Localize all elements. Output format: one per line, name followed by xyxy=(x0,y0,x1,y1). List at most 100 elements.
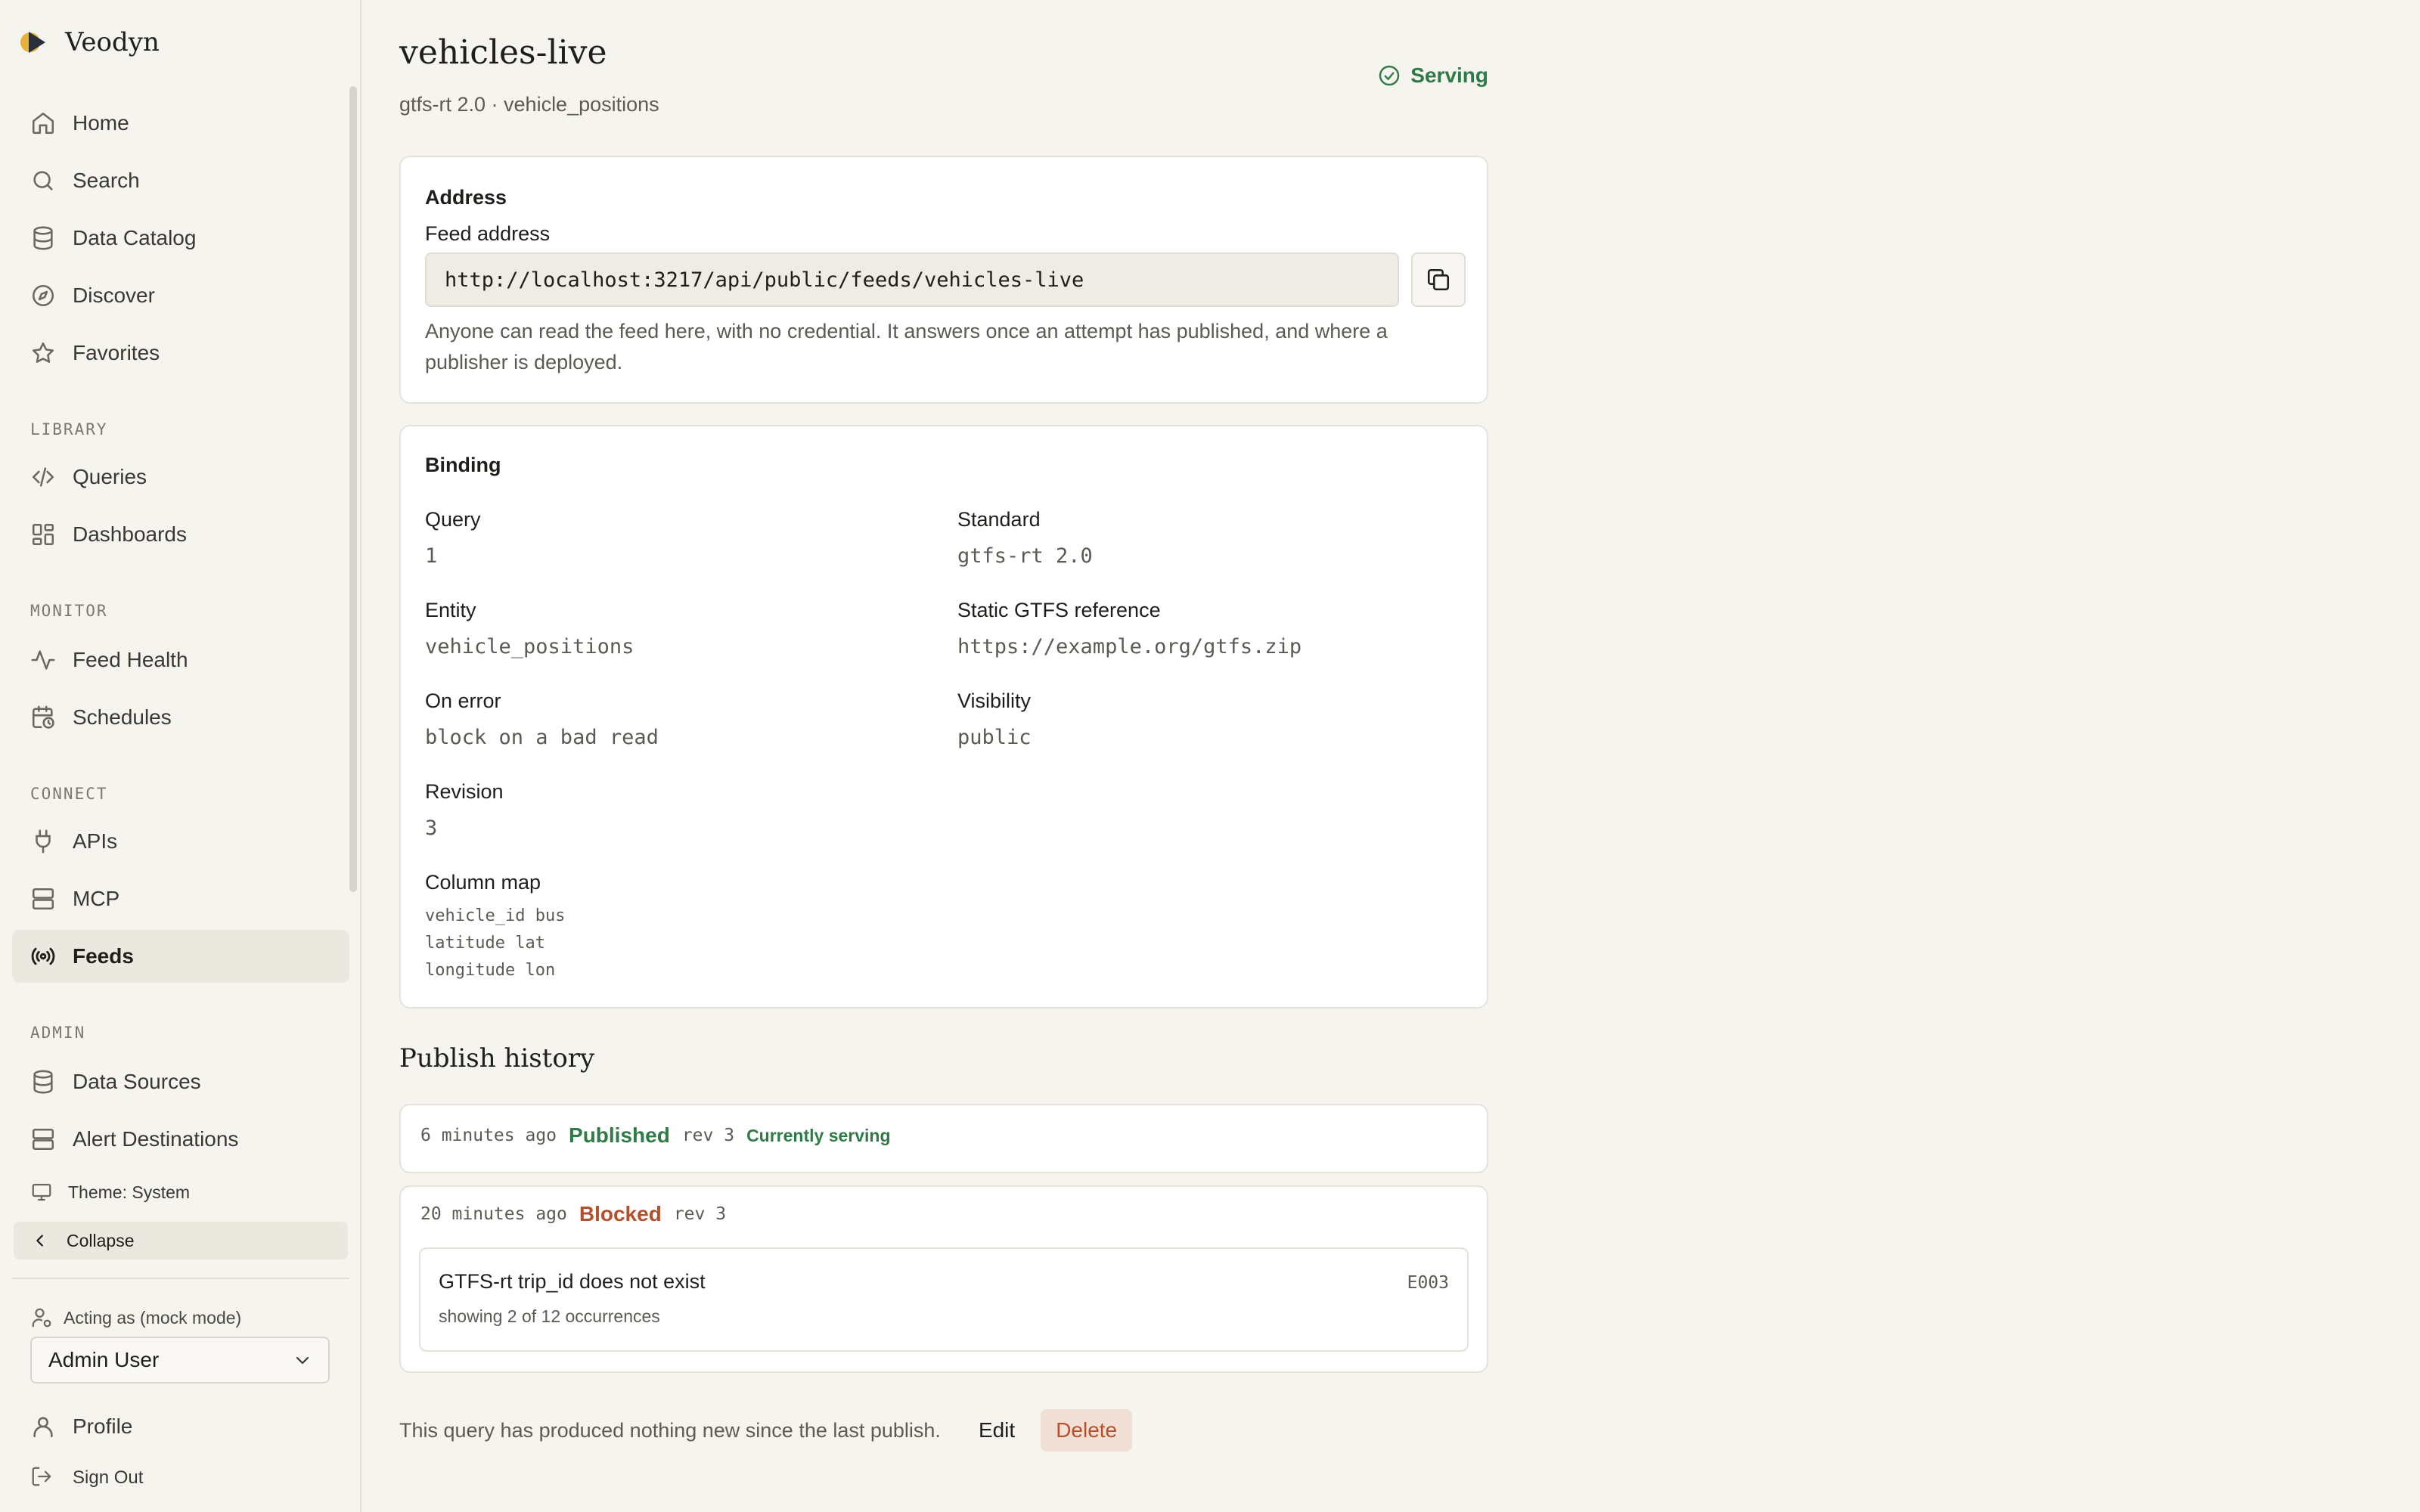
collapse-label: Collapse xyxy=(67,1230,135,1250)
feed-address-value: http://localhost:3217/api/public/feeds/v… xyxy=(445,268,1084,292)
entity-value: vehicle_positions xyxy=(425,635,634,658)
nav-item-home[interactable]: Home xyxy=(12,97,349,150)
nav-item-label: Search xyxy=(73,169,140,192)
history-entry: 20 minutes ago Blocked rev 3 GTFS-rt tri… xyxy=(399,1185,1488,1373)
history-status: Published xyxy=(569,1123,670,1147)
nav-item-label: Sign Out xyxy=(73,1467,144,1488)
nav-item-label: Profile xyxy=(73,1414,133,1438)
footer-actions: This query has produced nothing new sinc… xyxy=(399,1409,1133,1452)
user-select-value: Admin User xyxy=(48,1348,160,1371)
log-out-icon xyxy=(30,1465,56,1491)
status-text: Serving xyxy=(1410,64,1488,87)
status-badge: Serving xyxy=(1377,64,1488,88)
nav-item-schedules[interactable]: Schedules xyxy=(12,691,349,744)
help-line: Anyone can read the feed here, with no c… xyxy=(425,320,1388,342)
page-subtitle: gtfs-rt 2.0 · vehicle_positions xyxy=(399,93,659,116)
query-value: 1 xyxy=(425,544,438,568)
address-card: Address Feed address http://localhost:32… xyxy=(399,156,1488,404)
address-heading: Address xyxy=(425,186,507,209)
footer-note: This query has produced nothing new sinc… xyxy=(399,1418,941,1442)
nav-item-label: Queries xyxy=(73,465,147,488)
currently-serving-badge: Currently serving xyxy=(746,1125,891,1145)
nav-item-search[interactable]: Search xyxy=(12,154,349,207)
theme-toggle[interactable]: Theme: System xyxy=(30,1181,190,1204)
delete-button[interactable]: Delete xyxy=(1041,1409,1133,1452)
nav-item-label: Data Sources xyxy=(73,1070,201,1093)
help-line: publisher is deployed. xyxy=(425,351,623,373)
issue-detail: showing 2 of 12 occurrences xyxy=(439,1306,660,1326)
nav-item-feeds[interactable]: Feeds xyxy=(12,930,349,983)
publish-history-heading: Publish history xyxy=(399,1043,595,1074)
nav-item-favorites[interactable]: Favorites xyxy=(12,327,349,380)
section-label-admin: ADMIN xyxy=(30,1024,86,1042)
edit-button[interactable]: Edit xyxy=(968,1411,1025,1450)
chevron-left-icon xyxy=(32,1232,48,1249)
database-icon xyxy=(30,1069,56,1095)
nav-item-apis[interactable]: APIs xyxy=(12,815,349,868)
server-icon xyxy=(30,886,56,912)
visibility-value: public xyxy=(957,726,1032,749)
sidebar-scrollbar[interactable] xyxy=(349,86,357,892)
copy-address-button[interactable] xyxy=(1411,253,1466,307)
app-name: Veodyn xyxy=(65,27,160,57)
nav-item-dashboards[interactable]: Dashboards xyxy=(12,508,349,561)
standard-label: Standard xyxy=(957,508,1041,531)
brand[interactable]: Veodyn xyxy=(20,23,160,62)
nav-item-discover[interactable]: Discover xyxy=(12,269,349,322)
revision-value: 3 xyxy=(425,816,438,840)
query-label: Query xyxy=(425,508,481,531)
column-map: vehicle_id bus latitude lat longitude lo… xyxy=(425,903,565,984)
nav-item-data-sources[interactable]: Data Sources xyxy=(12,1055,349,1108)
history-rev: rev 3 xyxy=(681,1126,735,1145)
nav-item-label: MCP xyxy=(73,887,120,910)
nav-item-label: Data Catalog xyxy=(73,226,197,249)
entity-label: Entity xyxy=(425,599,476,621)
nav-item-profile[interactable]: Profile xyxy=(12,1400,349,1453)
section-label-library: LIBRARY xyxy=(30,420,108,438)
monitor-icon xyxy=(30,1181,53,1204)
calendar-clock-icon xyxy=(30,705,56,730)
user-select[interactable]: Admin User xyxy=(30,1337,330,1383)
radio-icon xyxy=(30,943,56,969)
feed-address-field[interactable]: http://localhost:3217/api/public/feeds/v… xyxy=(425,253,1399,307)
theme-label: Theme: System xyxy=(68,1182,191,1202)
nav-item-sign-out[interactable]: Sign Out xyxy=(12,1453,349,1503)
column-map-row: longitude lon xyxy=(425,961,556,980)
nav-item-label: Feed Health xyxy=(73,648,188,671)
history-entry-row: 6 minutes ago Published rev 3 Currently … xyxy=(420,1123,891,1148)
revision-label: Revision xyxy=(425,780,504,803)
server-icon xyxy=(30,1126,56,1152)
sidebar-divider xyxy=(12,1278,349,1279)
nav-item-feed-health[interactable]: Feed Health xyxy=(12,634,349,686)
nav-item-queries[interactable]: Queries xyxy=(12,451,349,503)
issue-panel[interactable]: GTFS-rt trip_id does not exist E003 show… xyxy=(419,1247,1469,1352)
user-icon xyxy=(30,1414,56,1439)
nav-item-alert-destinations[interactable]: Alert Destinations xyxy=(12,1113,349,1166)
chevron-down-icon xyxy=(293,1351,312,1369)
nav-item-mcp[interactable]: MCP xyxy=(12,872,349,925)
sidebar: Veodyn Home Search Data Catalog Discover… xyxy=(0,0,361,1512)
issue-code: E003 xyxy=(1407,1273,1449,1293)
nav-item-label: Alert Destinations xyxy=(73,1127,239,1151)
history-time: 20 minutes ago xyxy=(420,1204,567,1224)
star-icon xyxy=(30,340,56,366)
column-map-row: latitude lat xyxy=(425,934,545,953)
history-entry: 6 minutes ago Published rev 3 Currently … xyxy=(399,1104,1488,1173)
collapse-button[interactable]: Collapse xyxy=(14,1222,348,1259)
binding-card: Binding Query 1 Standard gtfs-rt 2.0 Ent… xyxy=(399,425,1488,1009)
standard-value: gtfs-rt 2.0 xyxy=(957,544,1093,568)
column-map-row: vehicle_id bus xyxy=(425,906,566,925)
plug-icon xyxy=(30,829,56,854)
static-gtfs-label: Static GTFS reference xyxy=(957,599,1161,621)
section-label-monitor: MONITOR xyxy=(30,602,108,620)
nav-item-label: Favorites xyxy=(73,341,160,364)
nav-item-data-catalog[interactable]: Data Catalog xyxy=(12,212,349,265)
history-entry-row: 20 minutes ago Blocked rev 3 xyxy=(420,1202,726,1226)
logo-icon xyxy=(20,26,53,59)
history-rev: rev 3 xyxy=(673,1204,727,1224)
code-icon xyxy=(30,464,56,490)
acting-as-text: Acting as (mock mode) xyxy=(64,1307,242,1328)
issue-title: GTFS-rt trip_id does not exist xyxy=(439,1270,706,1293)
activity-icon xyxy=(30,647,56,673)
nav-item-label: Discover xyxy=(73,284,155,307)
